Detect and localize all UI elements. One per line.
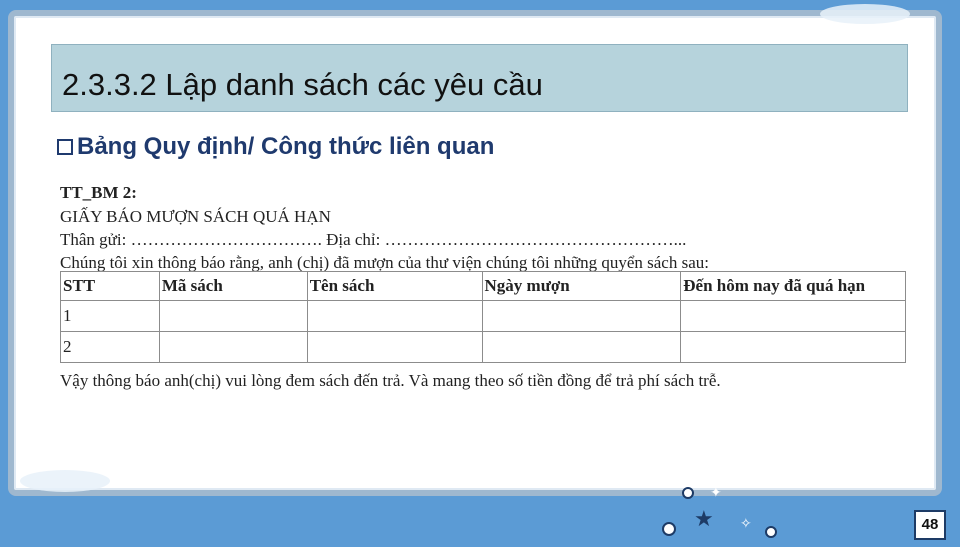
table-cell: [680, 331, 906, 363]
footer-line: Vậy thông báo anh(chị) vui lòng đem sách…: [60, 371, 721, 390]
table-cell: 2: [60, 331, 160, 363]
table-header: Đến hôm nay đã quá hạn: [680, 271, 906, 301]
decorative-dot-icon: [662, 522, 676, 536]
table-cell: [481, 300, 682, 332]
overdue-books-table: STT Mã sách Tên sách Ngày mượn Đến hôm n…: [60, 271, 906, 363]
page-number: 48: [914, 510, 946, 540]
table-header: Mã sách: [158, 271, 308, 301]
checkbox-bullet-icon: [57, 139, 73, 155]
decorative-star-icon: ★: [694, 506, 714, 531]
decorative-splash-top: [820, 4, 910, 24]
decorative-dot-icon: [682, 487, 694, 499]
slide-subtitle: Bảng Quy định/ Công thức liên quan: [57, 133, 494, 161]
form-code: TT_BM 2:: [60, 183, 137, 202]
table-cell: [481, 331, 682, 363]
table-cell: [680, 300, 906, 332]
recipient-line: Thân gửi: ……………………………. Địa chỉ: ………………………: [60, 230, 687, 249]
table-row: 1: [60, 300, 906, 332]
message-line: Chúng tôi xin thông báo rằng, anh (chị) …: [60, 253, 709, 272]
decorative-star-icon: ✦: [710, 484, 722, 500]
table-header: Ngày mượn: [481, 271, 682, 301]
table-header: STT: [60, 271, 160, 301]
table-cell: [158, 331, 308, 363]
form-heading: GIẤY BÁO MƯỢN SÁCH QUÁ HẠN: [60, 207, 331, 226]
slide-title: 2.3.3.2 Lập danh sách các yêu cầu: [62, 67, 543, 102]
table-row: 2: [60, 331, 906, 363]
table-cell: [158, 300, 308, 332]
table-cell: 1: [60, 300, 160, 332]
decorative-splash-bottom: [20, 470, 110, 492]
decorative-dot-icon: [765, 526, 777, 538]
subtitle-text: Bảng Quy định/ Công thức liên quan: [77, 133, 495, 160]
decorative-star-icon: ✧: [740, 515, 752, 531]
table-header: Tên sách: [306, 271, 483, 301]
table-cell: [306, 331, 483, 363]
table-header-row: STT Mã sách Tên sách Ngày mượn Đến hôm n…: [60, 271, 906, 301]
table-cell: [306, 300, 483, 332]
title-bar: 2.3.3.2 Lập danh sách các yêu cầu: [51, 44, 908, 112]
